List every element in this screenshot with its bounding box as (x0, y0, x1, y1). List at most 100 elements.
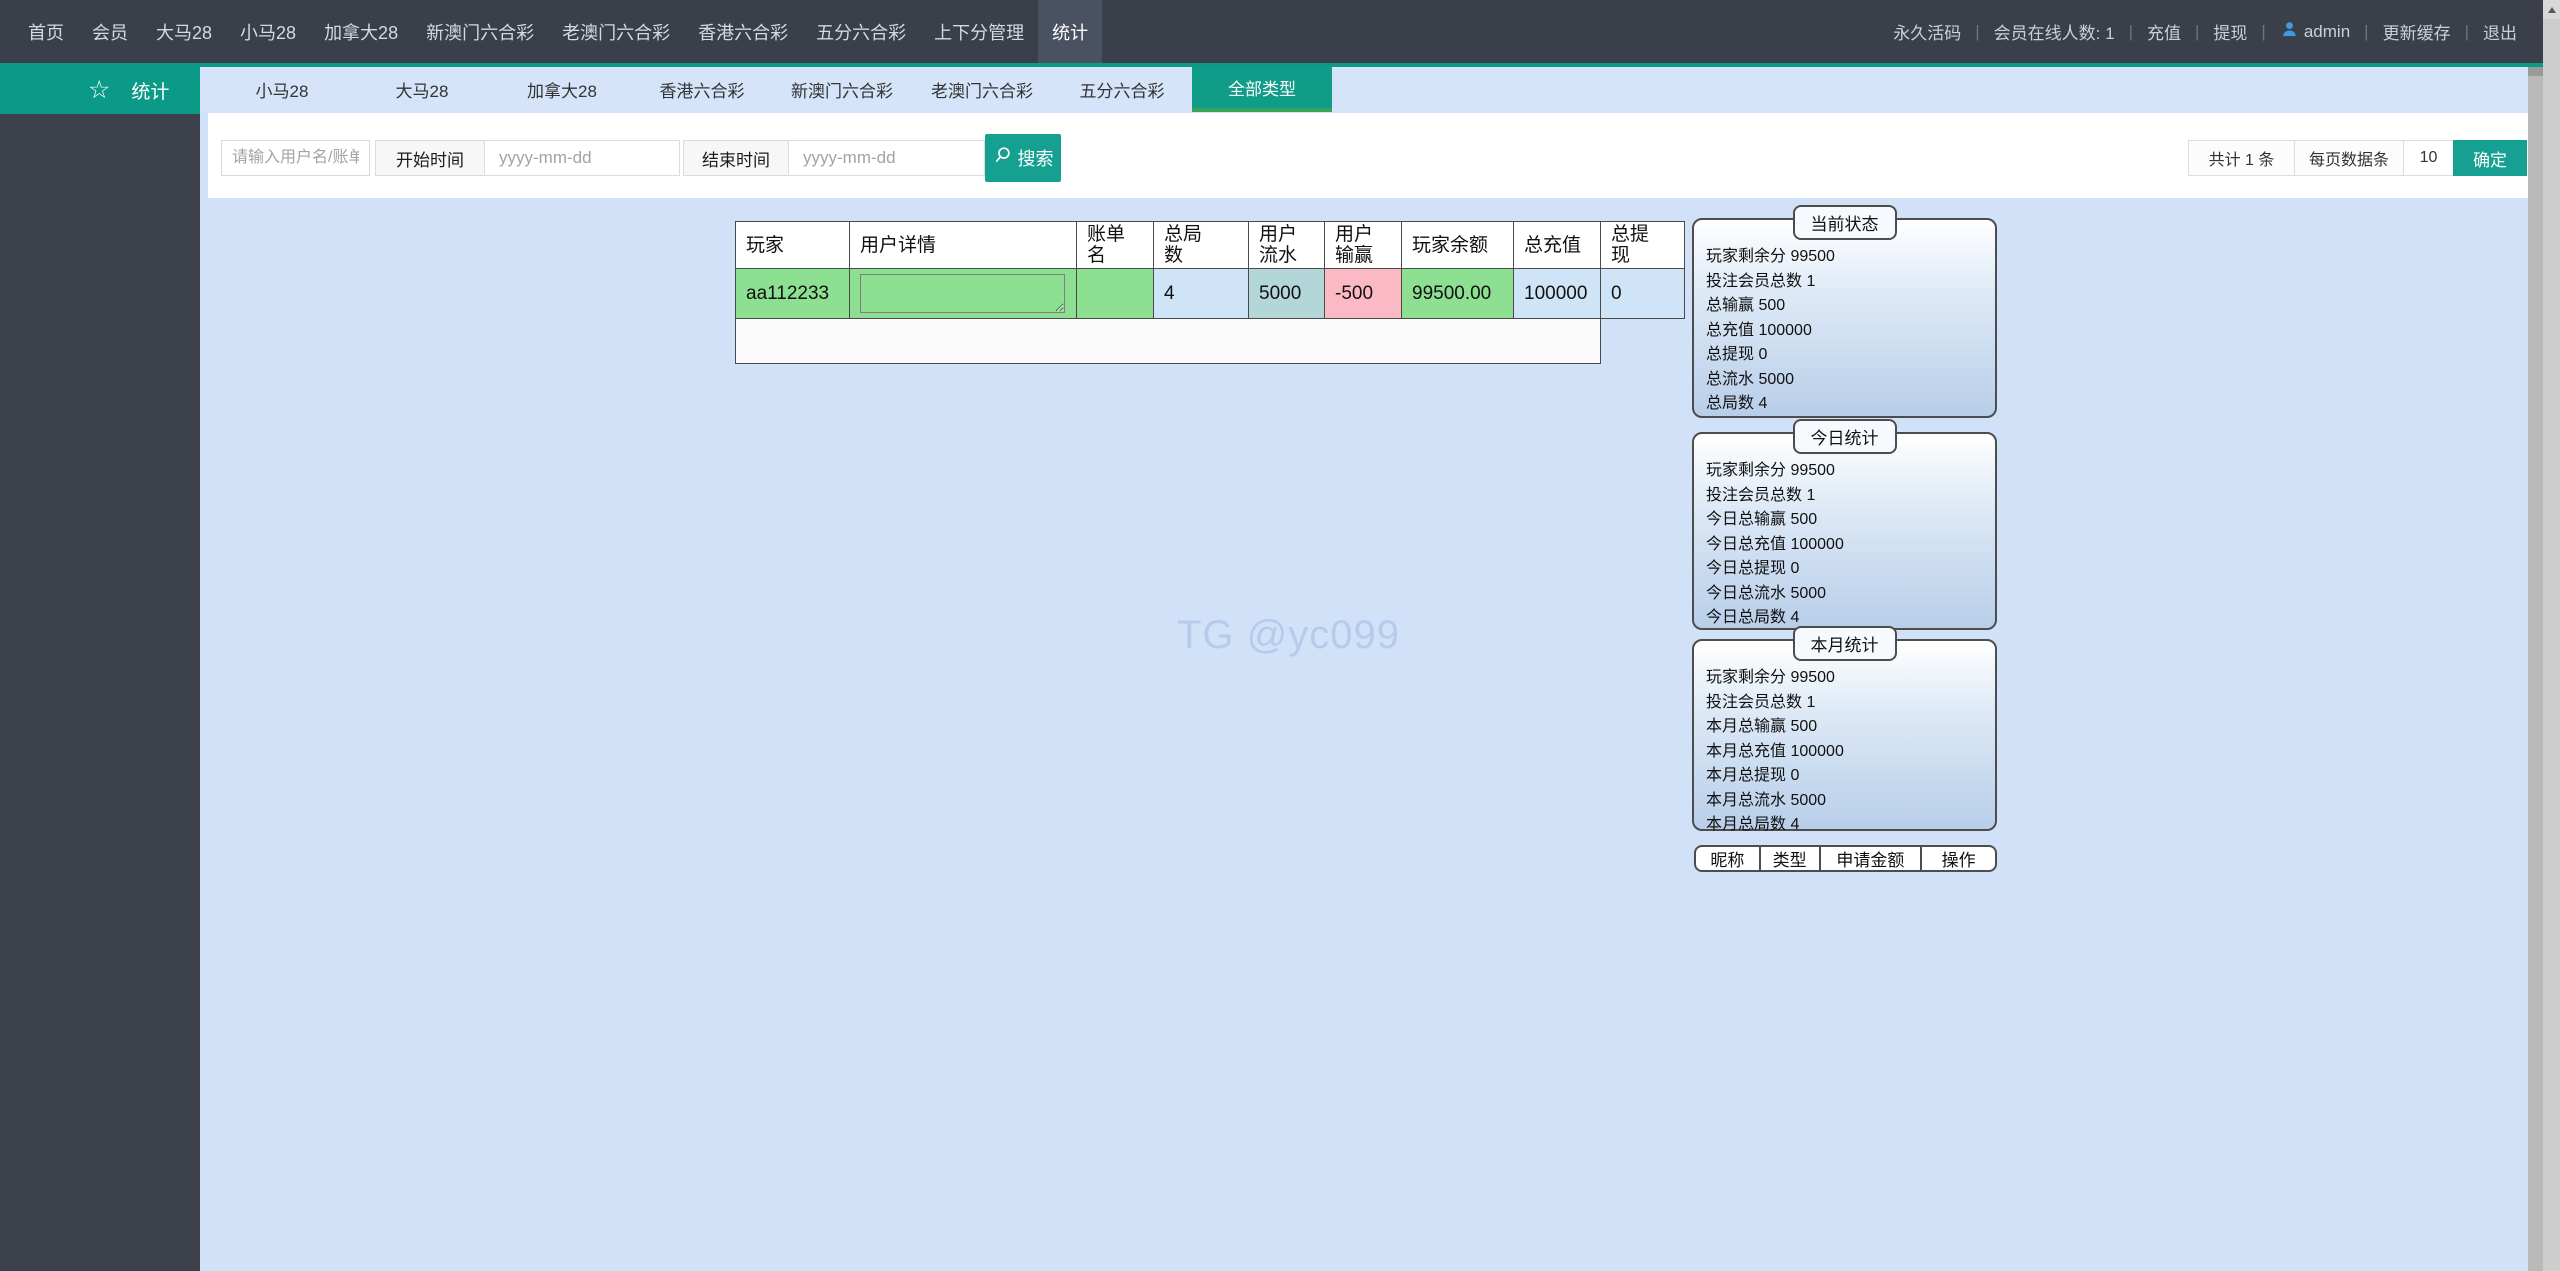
panel-lines: 玩家剩余分 99500 投注会员总数 1 本月总输赢 500 本月总充值 100… (1694, 641, 1995, 838)
stat-line: 总局数 4 (1706, 392, 1987, 417)
separator: | (1975, 22, 1979, 42)
req-col-action: 操作 (1920, 847, 1995, 870)
filter-panel: 开始时间 结束时间 搜索 共计 1 条 每页数据条 确定 (208, 113, 2528, 198)
panel-lines: 玩家剩余分 99500 投注会员总数 1 总输赢 500 总充值 100000 … (1694, 220, 1995, 417)
stat-line: 投注会员总数 1 (1706, 270, 1987, 295)
end-time-group: 结束时间 (683, 140, 985, 176)
sidebar-item-stats[interactable]: ☆ 统计 (0, 67, 200, 114)
search-button-label: 搜索 (1018, 145, 1054, 171)
start-date-input[interactable] (484, 140, 680, 176)
cell-bill-name (1077, 269, 1154, 319)
req-col-nickname: 昵称 (1696, 847, 1759, 870)
logout-link[interactable]: 退出 (2483, 19, 2517, 44)
request-table: 昵称 类型 申请金额 操作 (1694, 845, 1997, 872)
keyword-search-input[interactable] (221, 140, 370, 176)
browser-scrollbar[interactable] (2543, 0, 2560, 1271)
refresh-cache-link[interactable]: 更新缓存 (2383, 19, 2451, 44)
tab-game-type[interactable]: 新澳门六合彩 (772, 67, 912, 112)
stat-line: 总充值 100000 (1706, 319, 1987, 344)
magnifier-icon (993, 146, 1012, 170)
stat-line: 投注会员总数 1 (1706, 691, 1987, 716)
table-row: aa112233 4 5000 -500 99500.00 100000 0 (736, 269, 1685, 319)
tab-game-type[interactable]: 小马28 (212, 67, 352, 112)
req-col-type: 类型 (1759, 847, 1819, 870)
topnav-item[interactable]: 新澳门六合彩 (412, 0, 548, 63)
top-navbar: 首页 会员 大马28 小马28 加拿大28 新澳门六合彩 老澳门六合彩 香港六合… (0, 0, 2543, 67)
col-header-total-rounds: 总局 数 (1154, 222, 1249, 269)
tab-game-type[interactable]: 香港六合彩 (632, 67, 772, 112)
topnav-item[interactable]: 大马28 (142, 0, 226, 63)
topnav-item[interactable]: 加拿大28 (310, 0, 412, 63)
stat-line: 今日总充值 100000 (1706, 533, 1987, 558)
sidebar-item-label: 统计 (131, 77, 169, 104)
top-nav-menu: 首页 会员 大马28 小马28 加拿大28 新澳门六合彩 老澳门六合彩 香港六合… (14, 0, 1102, 63)
tab-all-types-active[interactable]: 全部类型 (1192, 67, 1332, 112)
inner-scrollbar-thumb[interactable] (2528, 67, 2543, 76)
stat-line: 投注会员总数 1 (1706, 484, 1987, 509)
stat-line: 本月总充值 100000 (1706, 740, 1987, 765)
search-button[interactable]: 搜索 (985, 134, 1061, 182)
panel-title: 当前状态 (1793, 205, 1897, 240)
stat-line: 本月总提现 0 (1706, 764, 1987, 789)
stat-line: 总流水 5000 (1706, 368, 1987, 393)
start-time-group: 开始时间 (375, 140, 680, 176)
stat-line: 本月总局数 4 (1706, 813, 1987, 838)
cell-total-recharge: 100000 (1514, 269, 1601, 319)
col-header-user-flow: 用户 流水 (1249, 222, 1325, 269)
game-type-tabbar: 小马28 大马28 加拿大28 香港六合彩 新澳门六合彩 老澳门六合彩 五分六合… (200, 67, 2528, 112)
topnav-item-active[interactable]: 统计 (1038, 0, 1102, 63)
stat-line: 玩家剩余分 99500 (1706, 666, 1987, 691)
topnav-item[interactable]: 首页 (14, 0, 78, 63)
cell-user-flow: 5000 (1249, 269, 1325, 319)
col-header-player: 玩家 (736, 222, 850, 269)
recharge-link[interactable]: 充值 (2147, 19, 2181, 44)
tab-game-type[interactable]: 老澳门六合彩 (912, 67, 1052, 112)
panel-current-status: 当前状态 玩家剩余分 99500 投注会员总数 1 总输赢 500 总充值 10… (1692, 218, 1997, 418)
main-content: 小马28 大马28 加拿大28 香港六合彩 新澳门六合彩 老澳门六合彩 五分六合… (200, 67, 2543, 1271)
scroll-up-button[interactable] (2543, 0, 2560, 19)
cell-user-winloss: -500 (1325, 269, 1402, 319)
confirm-button[interactable]: 确定 (2453, 140, 2527, 176)
stat-line: 本月总输赢 500 (1706, 715, 1987, 740)
separator: | (2195, 22, 2199, 42)
withdraw-link[interactable]: 提现 (2213, 19, 2247, 44)
cell-player: aa112233 (736, 269, 850, 319)
panel-today-stats: 今日统计 玩家剩余分 99500 投注会员总数 1 今日总输赢 500 今日总充… (1692, 432, 1997, 630)
page-size-input[interactable] (2403, 140, 2454, 176)
separator: | (2465, 22, 2469, 42)
stat-line: 玩家剩余分 99500 (1706, 245, 1987, 270)
stat-line: 今日总提现 0 (1706, 557, 1987, 582)
page: 首页 会员 大马28 小马28 加拿大28 新澳门六合彩 老澳门六合彩 香港六合… (0, 0, 2560, 1271)
topnav-item[interactable]: 五分六合彩 (802, 0, 920, 63)
separator: | (2261, 22, 2265, 42)
topnav-item[interactable]: 上下分管理 (920, 0, 1038, 63)
live-code-link[interactable]: 永久活码 (1893, 19, 1961, 44)
table-footer-cell (736, 319, 1601, 364)
topnav-item[interactable]: 老澳门六合彩 (548, 0, 684, 63)
topnav-item[interactable]: 香港六合彩 (684, 0, 802, 63)
cell-player-balance: 99500.00 (1402, 269, 1514, 319)
topnav-item[interactable]: 小马28 (226, 0, 310, 63)
admin-account[interactable]: admin (2280, 20, 2350, 44)
col-header-user-detail: 用户详情 (850, 222, 1077, 269)
top-nav-user-area: 永久活码 | 会员在线人数: 1 | 充值 | 提现 | admin | 更新缓… (1893, 0, 2517, 63)
topnav-item[interactable]: 会员 (78, 0, 142, 63)
end-time-button[interactable]: 结束时间 (683, 140, 788, 176)
tab-game-type[interactable]: 大马28 (352, 67, 492, 112)
sidebar: ☆ 统计 (0, 67, 200, 1271)
table-header-row: 玩家 用户详情 账单 名 总局 数 用户 流水 用户 输赢 玩家余额 总充值 总… (736, 222, 1685, 269)
col-header-total-recharge: 总充值 (1514, 222, 1601, 269)
tab-game-type[interactable]: 加拿大28 (492, 67, 632, 112)
panel-month-stats: 本月统计 玩家剩余分 99500 投注会员总数 1 本月总输赢 500 本月总充… (1692, 639, 1997, 831)
inner-scrollbar[interactable] (2528, 67, 2543, 1271)
tab-game-type[interactable]: 五分六合彩 (1052, 67, 1192, 112)
cell-total-withdraw: 0 (1601, 269, 1685, 319)
admin-username: admin (2304, 22, 2350, 42)
end-date-input[interactable] (788, 140, 985, 176)
col-header-user-winloss: 用户 输赢 (1325, 222, 1402, 269)
start-time-button[interactable]: 开始时间 (375, 140, 484, 176)
separator: | (2129, 22, 2133, 42)
stat-line: 今日总流水 5000 (1706, 582, 1987, 607)
up-arrow-icon (2548, 7, 2556, 13)
user-detail-textarea[interactable] (860, 274, 1065, 313)
